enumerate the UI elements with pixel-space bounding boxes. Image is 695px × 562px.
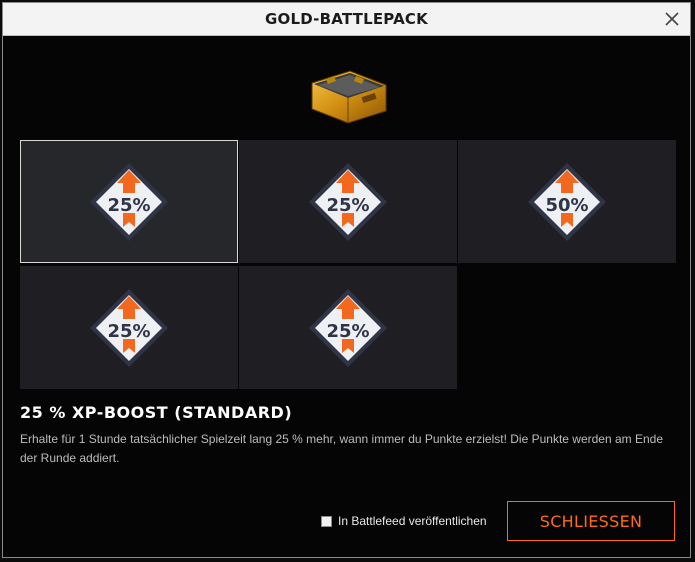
item-grid: 25% 25% 50% 25% 25%	[20, 140, 677, 389]
item-tile[interactable]: 25%	[239, 140, 457, 263]
item-tile[interactable]: 25%	[20, 266, 238, 389]
share-checkbox[interactable]	[321, 515, 332, 527]
badge-label: 25%	[326, 321, 369, 342]
dialog-title: GOLD-BATTLEPACK	[265, 10, 428, 28]
xp-boost-badge-icon: 25%	[309, 162, 387, 241]
item-title: 25 % XP-BOOST (STANDARD)	[20, 403, 293, 422]
close-icon[interactable]	[662, 9, 682, 29]
share-label: In Battlefeed veröffentlichen	[338, 514, 487, 528]
item-tile[interactable]: 25%	[20, 140, 238, 263]
battlepack-dialog: GOLD-BATTLEPACK 25% 25% 50% 25% 25% 25 %…	[2, 2, 691, 558]
briefcase-icon	[306, 61, 392, 125]
badge-label: 50%	[545, 195, 588, 216]
close-button[interactable]: SCHLIESSEN	[507, 501, 675, 541]
badge-label: 25%	[107, 321, 150, 342]
badge-label: 25%	[326, 195, 369, 216]
xp-boost-badge-icon: 25%	[90, 288, 168, 367]
item-description: Erhalte für 1 Stunde tatsächlicher Spiel…	[20, 432, 664, 465]
xp-boost-badge-icon: 25%	[90, 162, 168, 241]
share-battlefeed-toggle[interactable]: In Battlefeed veröffentlichen	[321, 514, 487, 528]
badge-label: 25%	[107, 195, 150, 216]
dialog-titlebar: GOLD-BATTLEPACK	[3, 3, 690, 36]
item-tile[interactable]: 50%	[458, 140, 676, 263]
xp-boost-badge-icon: 25%	[309, 288, 387, 367]
xp-boost-badge-icon: 50%	[528, 162, 606, 241]
item-tile[interactable]: 25%	[239, 266, 457, 389]
